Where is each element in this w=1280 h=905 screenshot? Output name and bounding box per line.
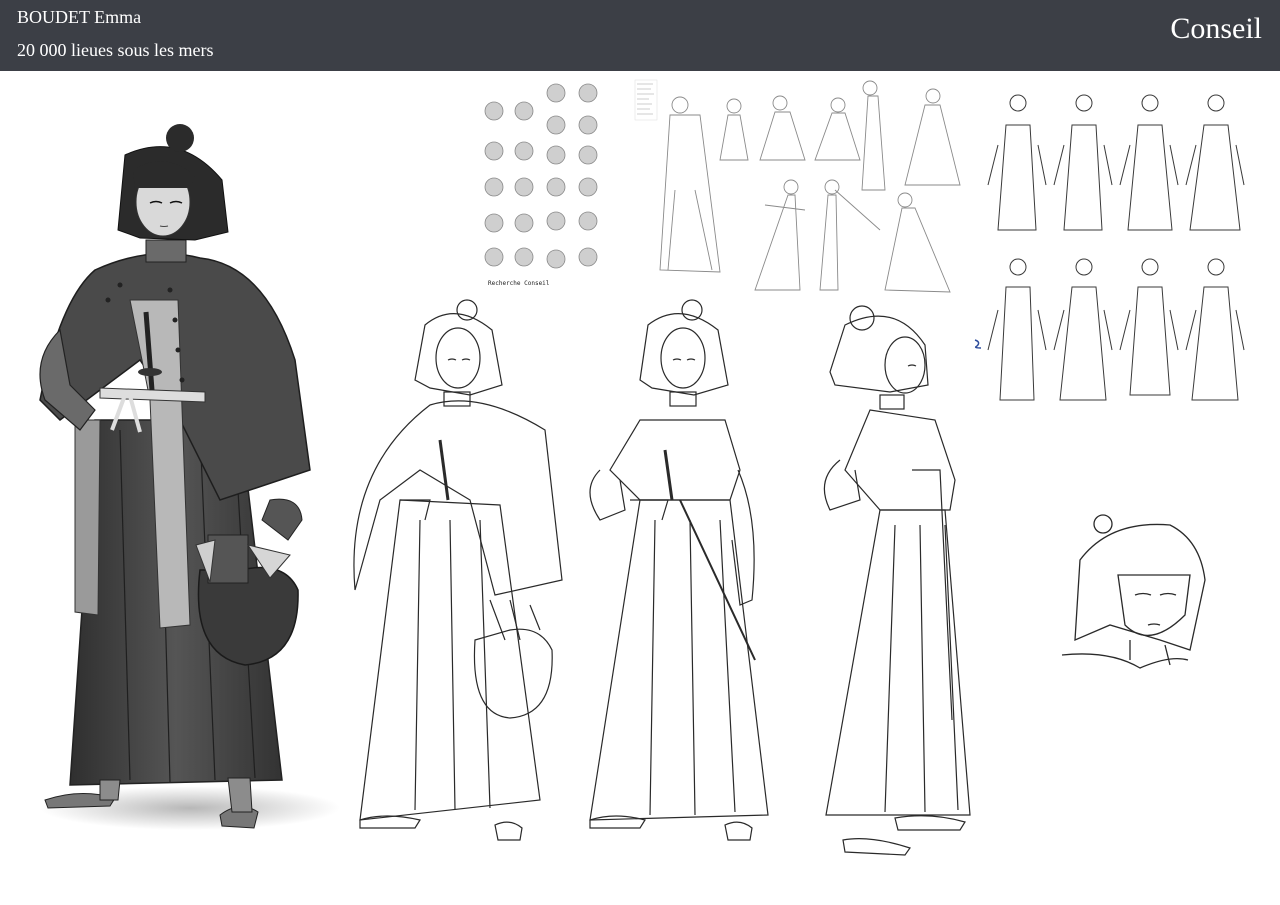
head-sketch-grid: [484, 83, 598, 269]
costume-sketches-row-2: [987, 258, 1245, 401]
author-name: BOUDET Emma: [17, 7, 142, 27]
turnaround-front-no-cape: [589, 299, 769, 841]
expression-head-study: [1061, 514, 1206, 669]
character-name: Conseil: [1170, 12, 1262, 45]
rendered-character-illustration: [39, 124, 340, 830]
head-study-caption: Recherche Conseil: [488, 280, 550, 287]
pose-gesture-sketches: [659, 80, 961, 293]
pose-sketch-notes: [634, 79, 658, 121]
turnaround-side-view: [823, 305, 971, 856]
blue-check-mark: [974, 339, 982, 349]
character-sheet-canvas: Recherche Conseil: [39, 79, 1245, 856]
turnaround-front-with-cape: [353, 299, 563, 841]
costume-sketches-row-1: [987, 94, 1245, 231]
project-title: 20 000 lieues sous les mers: [17, 40, 214, 60]
header-bar: BOUDET Emma 20 000 lieues sous les mers …: [0, 0, 1280, 71]
